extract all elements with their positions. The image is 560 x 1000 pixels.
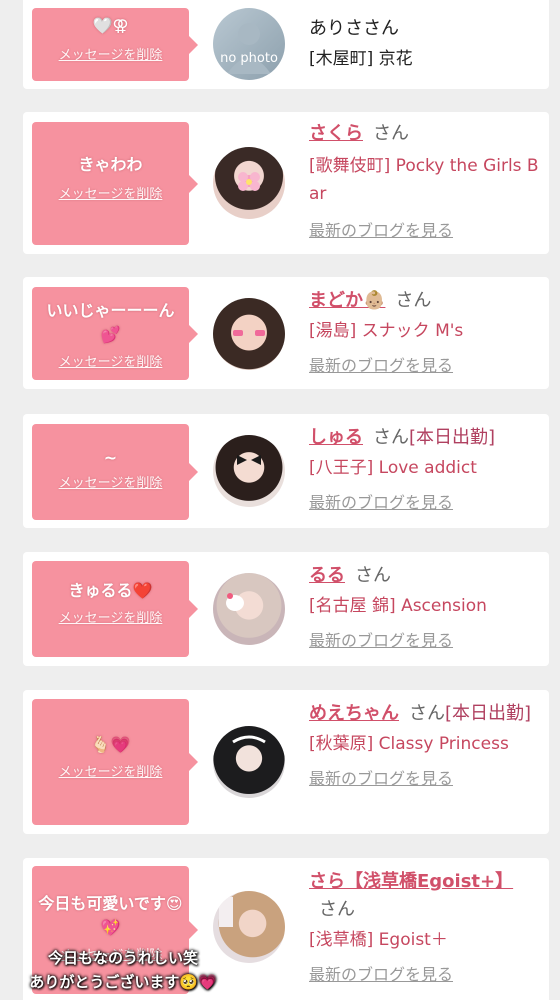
blush-sticker-icon <box>233 330 265 336</box>
message-text: 今日も可愛いです😍💖 <box>38 894 183 937</box>
shop-name: [湯島] スナック M's <box>309 321 464 341</box>
sender-name-line: さら【浅草橋Egoist+】さん <box>309 868 541 924</box>
shop-name: [名古屋 錦] Ascension <box>309 596 487 616</box>
shop-name: [八王子] Love addict <box>309 458 477 478</box>
honorific: さん <box>395 290 432 311</box>
message-bubble: きゃわわ メッセージを削除 <box>32 122 198 245</box>
sender-info: るる さん [名古屋 錦] Ascension 最新のブログを見る <box>309 562 541 654</box>
sender-name-line: さくら さん <box>309 120 541 148</box>
caption-line: 今日もなのうれしい笑 <box>47 949 198 967</box>
sender-name-line: るる さん <box>309 562 541 590</box>
character-plush-icon <box>226 593 244 611</box>
avatar[interactable] <box>213 147 285 219</box>
no-photo-icon: no photo <box>220 23 278 74</box>
message-card: 🫰🏻💗 メッセージを削除 めえちゃん さん[本日出勤] [秋葉原] Classy … <box>23 690 549 834</box>
latest-blog-link[interactable]: 最新のブログを見る <box>309 628 453 654</box>
message-text: 🫰🏻💗 <box>90 735 131 754</box>
shop-name: [秋葉原] Classy Princess <box>309 734 509 754</box>
shop-name: [歌舞伎町] Pocky the Girls Bar <box>309 156 539 204</box>
honorific: さん <box>355 565 391 586</box>
delete-message-link[interactable]: メッセージを削除 <box>32 607 189 626</box>
headdress-icon <box>232 735 266 744</box>
sender-name-link[interactable]: さくら <box>309 123 363 144</box>
latest-blog-link[interactable]: 最新のブログを見る <box>309 490 453 516</box>
delete-message-link[interactable]: メッセージを削除 <box>32 44 189 63</box>
sender-info: まどか👶🏼 さん [湯島] スナック M's 最新のブログを見る <box>309 287 541 379</box>
message-bubble: いいじゃーーーん💕 メッセージを削除 <box>32 287 198 380</box>
attendance-note: [本日出勤] <box>445 703 532 724</box>
message-card: きゅるる❤️ メッセージを削除 るる さん [名古屋 錦] Ascension 最… <box>23 552 549 666</box>
sender-info: さくら さん [歌舞伎町] Pocky the Girls Bar 最新のブログを… <box>309 120 541 244</box>
message-bubble: 🤍⚢ メッセージを削除 <box>32 8 198 81</box>
sender-name-line: ありささん <box>309 15 541 43</box>
latest-blog-link[interactable]: 最新のブログを見る <box>309 962 453 988</box>
sender-info: めえちゃん さん[本日出勤] [秋葉原] Classy Princess 最新のブ… <box>309 700 541 792</box>
caption-overlay: 今日もなのうれしい笑 ありがとうございます🥺💗 <box>18 946 228 994</box>
shop-name: [浅草橋] Egoist＋ <box>309 930 448 950</box>
message-card: いいじゃーーーん💕 メッセージを削除 まどか👶🏼 さん [湯島] スナック M's… <box>23 277 549 389</box>
sender-name-line: まどか👶🏼 さん <box>309 287 541 315</box>
avatar[interactable] <box>213 726 285 798</box>
message-card: 🤍⚢ メッセージを削除 no photo ありささん [木屋町] 京花 <box>23 0 549 89</box>
delete-message-link[interactable]: メッセージを削除 <box>32 351 189 370</box>
honorific: さん <box>373 123 409 144</box>
message-text: きゅるる❤️ <box>68 581 153 600</box>
honorific: さん <box>409 703 445 724</box>
honorific: さん <box>373 427 409 448</box>
flower-sticker-icon <box>238 172 260 191</box>
sender-info: しゅる さん[本日出勤] [八王子] Love addict 最新のブログを見る <box>309 424 541 516</box>
sender-info: さら【浅草橋Egoist+】さん [浅草橋] Egoist＋ 最新のブログを見る <box>309 868 541 988</box>
sender-name-link[interactable]: さら【浅草橋Egoist+】 <box>309 871 513 892</box>
latest-blog-link[interactable]: 最新のブログを見る <box>309 218 453 244</box>
honorific: さん <box>363 18 399 39</box>
message-text: ~ <box>103 448 118 467</box>
sender-name-line: しゅる さん[本日出勤] <box>309 424 541 452</box>
message-text: 🤍⚢ <box>92 16 129 35</box>
caption-line: ありがとうございます🥺💗 <box>29 973 217 991</box>
message-card: ~ メッセージを削除 しゅる さん[本日出勤] [八王子] Love addict… <box>23 414 549 528</box>
message-text: いいじゃーーーん💕 <box>46 301 175 344</box>
avatar[interactable] <box>213 435 285 507</box>
honorific: さん <box>319 899 355 920</box>
attendance-note: [本日出勤] <box>409 427 496 448</box>
delete-message-link[interactable]: メッセージを削除 <box>32 761 189 780</box>
sender-name-link[interactable]: めえちゃん <box>309 703 399 724</box>
delete-message-link[interactable]: メッセージを削除 <box>32 472 189 491</box>
sender-name-line: めえちゃん さん[本日出勤] <box>309 700 541 728</box>
sender-info: ありささん [木屋町] 京花 <box>309 15 541 73</box>
shop-name: [木屋町] 京花 <box>309 49 413 69</box>
message-bubble: きゅるる❤️ メッセージを削除 <box>32 561 198 657</box>
latest-blog-link[interactable]: 最新のブログを見る <box>309 766 453 792</box>
avatar[interactable] <box>213 573 285 645</box>
sender-name-link[interactable]: るる <box>309 565 345 586</box>
avatar[interactable]: no photo <box>213 8 285 80</box>
sender-name-link[interactable]: まどか👶🏼 <box>309 290 385 311</box>
sender-name: ありさ <box>309 18 363 39</box>
delete-message-link[interactable]: メッセージを削除 <box>32 183 189 202</box>
avatar[interactable] <box>213 298 285 370</box>
message-card: きゃわわ メッセージを削除 さくら さん [歌舞伎町] Pocky the Gir… <box>23 112 549 254</box>
sender-name-link[interactable]: しゅる <box>309 427 363 448</box>
avatar-label: no photo <box>220 51 278 66</box>
latest-blog-link[interactable]: 最新のブログを見る <box>309 353 453 379</box>
message-bubble: 🫰🏻💗 メッセージを削除 <box>32 699 198 825</box>
message-bubble: ~ メッセージを削除 <box>32 424 198 520</box>
message-text: きゃわわ <box>78 155 143 174</box>
bow-icon <box>237 455 261 465</box>
